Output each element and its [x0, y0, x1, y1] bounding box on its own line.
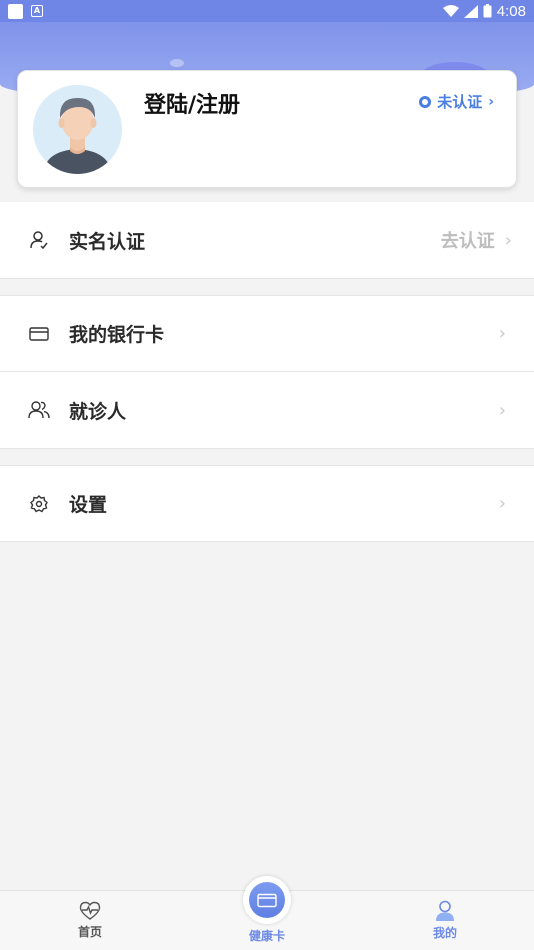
- menu-label-real-name: 实名认证: [69, 230, 146, 253]
- status-left-icons: A: [8, 3, 43, 19]
- user-icon: [436, 900, 454, 921]
- profile-card[interactable]: 登陆/注册 未认证 ›: [17, 70, 517, 188]
- notification-square-icon: [8, 3, 23, 19]
- nav-home[interactable]: 首页: [30, 891, 150, 950]
- user-check-icon: [28, 229, 50, 251]
- status-right: 4:08: [442, 2, 526, 20]
- status-time: 4:08: [496, 2, 526, 20]
- login-register-link[interactable]: 登陆/注册: [144, 87, 240, 119]
- menu-right-real-name: 去认证 ›: [441, 227, 512, 253]
- chevron-right-icon: ›: [498, 399, 506, 421]
- menu-label-settings: 设置: [69, 494, 108, 516]
- menu-item-settings[interactable]: 设置 ›: [0, 465, 534, 542]
- menu-label-bank-card: 我的银行卡: [69, 324, 165, 346]
- card-icon: [28, 323, 50, 345]
- chevron-right-icon: ›: [498, 323, 506, 344]
- menu-right-bank-card: ›: [499, 323, 506, 344]
- user-avatar-icon: [33, 85, 122, 174]
- heart-pulse-icon: [79, 901, 101, 920]
- wifi-icon: [442, 4, 459, 17]
- nav-home-label: 首页: [77, 925, 102, 939]
- chevron-right-icon: ›: [488, 93, 494, 110]
- menu-item-bank-card[interactable]: 我的银行卡 ›: [0, 295, 534, 372]
- avatar[interactable]: [33, 85, 122, 174]
- header-decor-bubble: [170, 59, 184, 67]
- a-badge-icon: A: [31, 5, 43, 17]
- menu-label-patient: 就诊人: [69, 400, 127, 423]
- chevron-right-icon: ›: [504, 229, 512, 251]
- health-card-icon-bg: [249, 882, 285, 918]
- nav-mine[interactable]: 我的: [385, 891, 505, 950]
- verify-status-icon: [419, 95, 432, 108]
- health-card-icon: [257, 893, 277, 907]
- verify-status-badge[interactable]: 未认证 ›: [419, 91, 494, 112]
- menu-right-patient: ›: [499, 400, 506, 421]
- menu-item-real-name[interactable]: 实名认证 去认证 ›: [0, 202, 534, 279]
- go-verify-text: 去认证: [440, 231, 495, 252]
- nav-health-card-label: 健康卡: [248, 929, 285, 943]
- battery-icon: [483, 4, 492, 18]
- users-icon: [28, 399, 50, 421]
- status-bar: A 4:08: [0, 0, 534, 22]
- gear-icon: [28, 493, 50, 515]
- verify-status-label: 未认证: [437, 93, 483, 111]
- menu-right-settings: ›: [499, 493, 506, 514]
- chevron-right-icon: ›: [498, 493, 506, 514]
- nav-mine-label: 我的: [432, 926, 457, 940]
- health-card-fab[interactable]: [243, 876, 291, 924]
- signal-icon: [463, 4, 478, 18]
- menu-item-patient[interactable]: 就诊人 ›: [0, 372, 534, 449]
